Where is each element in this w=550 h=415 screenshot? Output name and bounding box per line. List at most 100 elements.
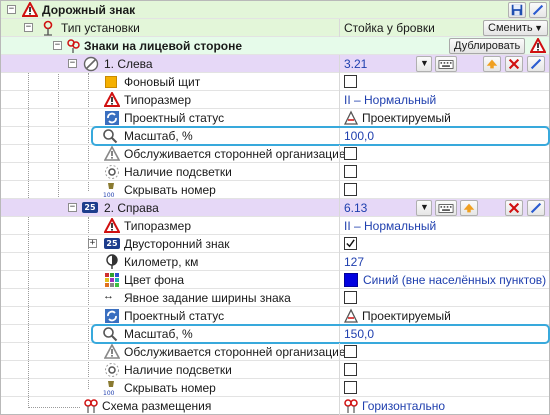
change-button[interactable]: Сменить ▼ bbox=[483, 20, 548, 36]
close-icon bbox=[508, 58, 520, 70]
arrow-up-icon bbox=[463, 203, 475, 213]
palette-icon bbox=[105, 273, 119, 287]
sign-dropdown-button[interactable]: ▼ bbox=[416, 56, 432, 72]
light-label: Наличие подсветки bbox=[124, 165, 232, 179]
serviced-label: Обслуживается сторонней организацией bbox=[124, 147, 353, 161]
title-row[interactable]: − Дорожный знак bbox=[1, 1, 549, 19]
background-shield-row[interactable]: Фоновый щит bbox=[1, 73, 549, 91]
hide-number-icon: 100 bbox=[103, 183, 115, 198]
pencil-icon bbox=[530, 58, 542, 70]
hide-number-label: Скрывать номер bbox=[124, 381, 216, 395]
background-shield-label: Фоновый щит bbox=[124, 75, 201, 89]
km-row[interactable]: Километр, км 127 bbox=[1, 253, 549, 271]
light-checkbox[interactable] bbox=[344, 363, 357, 376]
move-up-button[interactable] bbox=[460, 200, 478, 216]
light-checkbox[interactable] bbox=[344, 165, 357, 178]
delete-button[interactable] bbox=[505, 200, 523, 216]
warning-icon[interactable] bbox=[530, 38, 546, 54]
background-shield-value-cell bbox=[339, 73, 549, 91]
two-sided-label: Двусторонний знак bbox=[124, 237, 230, 251]
close-icon bbox=[508, 202, 520, 214]
page-title: Дорожный знак bbox=[42, 3, 136, 17]
size-label: Типоразмер bbox=[124, 219, 191, 233]
width-checkbox[interactable] bbox=[344, 291, 357, 304]
size-warning-icon bbox=[104, 218, 120, 233]
status-label: Проектный статус bbox=[124, 309, 225, 323]
light-row[interactable]: Наличие подсветки bbox=[1, 163, 549, 181]
install-type-row[interactable]: − Тип установки Стойка у бровки Сменить … bbox=[1, 19, 549, 37]
hide-number-checkbox[interactable] bbox=[344, 381, 357, 394]
collapse-toggle[interactable]: − bbox=[68, 59, 77, 68]
sign-1-row[interactable]: − 1. Слева 3.21 ▼ bbox=[1, 55, 549, 73]
light-value-cell bbox=[339, 163, 549, 181]
delete-button[interactable] bbox=[505, 56, 523, 72]
serviced-row-2[interactable]: Обслуживается сторонней организацией bbox=[1, 343, 549, 361]
collapse-toggle[interactable]: − bbox=[24, 23, 33, 32]
sign-1-value: 3.21 bbox=[344, 57, 368, 71]
km-value[interactable]: 127 bbox=[344, 255, 364, 269]
status-row[interactable]: Проектный статус Проектируемый bbox=[1, 109, 549, 127]
serviced-checkbox[interactable] bbox=[344, 147, 357, 160]
size-value[interactable]: II – Нормальный bbox=[344, 93, 436, 107]
duplicate-button[interactable]: Дублировать bbox=[449, 38, 525, 54]
layout-value-cell: Горизонтально bbox=[339, 397, 549, 415]
design-status-icon bbox=[343, 308, 359, 323]
sign-post-icon bbox=[43, 20, 53, 36]
edit-button[interactable] bbox=[529, 2, 547, 18]
move-up-button[interactable] bbox=[483, 56, 501, 72]
serviced-checkbox[interactable] bbox=[344, 345, 357, 358]
sign-dropdown-button[interactable]: ▼ bbox=[416, 200, 432, 216]
bg-color-value[interactable]: Синий (вне населённых пунктов) bbox=[363, 273, 546, 287]
size-row[interactable]: Типоразмер II – Нормальный bbox=[1, 91, 549, 109]
status-value[interactable]: Проектируемый bbox=[362, 309, 451, 323]
layout-value[interactable]: Горизонтально bbox=[362, 399, 445, 413]
signs-group-label: Знаки на лицевой стороне bbox=[84, 39, 243, 53]
lamp-icon bbox=[105, 165, 119, 179]
two-sided-checkbox[interactable] bbox=[344, 237, 357, 250]
collapse-toggle[interactable]: − bbox=[7, 5, 16, 14]
keyboard-button[interactable] bbox=[435, 56, 457, 72]
hide-number-row[interactable]: 100 Скрывать номер bbox=[1, 181, 549, 199]
hide-number-label: Скрывать номер bbox=[124, 183, 216, 197]
collapse-toggle[interactable]: − bbox=[68, 203, 77, 212]
sign-2-row[interactable]: − 25 2. Справа 6.13 ▼ bbox=[1, 199, 549, 217]
save-button[interactable] bbox=[508, 2, 526, 18]
status-value[interactable]: Проектируемый bbox=[362, 111, 451, 125]
sign-1-label: 1. Слева bbox=[104, 57, 153, 71]
layout-label: Схема размещения bbox=[102, 399, 212, 413]
background-shield-checkbox[interactable] bbox=[344, 75, 357, 88]
width-row[interactable]: ↔ Явное задание ширины знака bbox=[1, 289, 549, 307]
install-type-value-cell: Стойка у бровки Сменить ▼ bbox=[339, 19, 549, 37]
signs-group-row[interactable]: − Знаки на лицевой стороне Дублировать bbox=[1, 37, 549, 55]
signs-group-icon bbox=[67, 39, 80, 53]
keyboard-button[interactable] bbox=[435, 200, 457, 216]
edit-button[interactable] bbox=[527, 200, 545, 216]
layout-scheme-icon bbox=[84, 399, 98, 413]
sign-number-badge: 25 bbox=[82, 202, 98, 213]
color-swatch bbox=[344, 273, 358, 287]
lamp-icon bbox=[105, 363, 119, 377]
serviced-value-cell bbox=[339, 343, 549, 361]
hide-number-row-2[interactable]: 100 Скрывать номер bbox=[1, 379, 549, 397]
layout-row[interactable]: Схема размещения Горизонтально bbox=[1, 397, 549, 415]
service-warning-icon bbox=[104, 146, 120, 161]
hide-number-checkbox[interactable] bbox=[344, 183, 357, 196]
hundred-badge-text: 100 bbox=[103, 192, 115, 198]
hide-number-value-cell bbox=[339, 181, 549, 199]
collapse-toggle[interactable]: − bbox=[53, 41, 62, 50]
serviced-row[interactable]: Обслуживается сторонней организацией bbox=[1, 145, 549, 163]
size-row-2[interactable]: Типоразмер II – Нормальный bbox=[1, 217, 549, 235]
pencil-icon bbox=[530, 202, 542, 214]
two-sided-row[interactable]: + 25 Двусторонний знак bbox=[1, 235, 549, 253]
expand-toggle[interactable]: + bbox=[88, 239, 97, 248]
size-value-cell: II – Нормальный bbox=[339, 217, 549, 235]
sign-number-badge: 25 bbox=[104, 238, 120, 249]
two-sided-value-cell bbox=[339, 235, 549, 253]
service-warning-icon bbox=[104, 344, 120, 359]
status-row-2[interactable]: Проектный статус Проектируемый bbox=[1, 307, 549, 325]
edit-button[interactable] bbox=[527, 56, 545, 72]
light-row-2[interactable]: Наличие подсветки bbox=[1, 361, 549, 379]
bg-color-row[interactable]: Цвет фона Синий (вне населённых пунктов) bbox=[1, 271, 549, 289]
size-value[interactable]: II – Нормальный bbox=[344, 219, 436, 233]
pencil-icon bbox=[532, 4, 544, 16]
